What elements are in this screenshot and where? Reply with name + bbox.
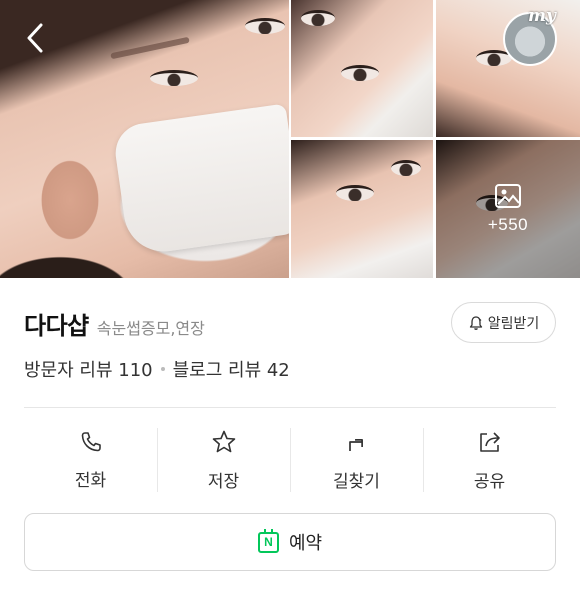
save-label: 저장 (207, 471, 240, 492)
alert-button[interactable]: 알림받기 (451, 302, 556, 343)
directions-label: 길찾기 (333, 471, 380, 492)
call-button[interactable]: 전화 (24, 424, 157, 496)
gallery-thumbnail[interactable] (291, 140, 433, 278)
directions-icon (348, 438, 363, 451)
save-button[interactable]: 저장 (157, 424, 290, 496)
place-name: 다다샵 (24, 312, 89, 340)
place-title-row: 다다샵 속눈썹증모,연장 (24, 306, 205, 341)
eye (341, 65, 379, 81)
eye (391, 160, 421, 176)
phone-icon (81, 431, 101, 451)
gallery-thumbnail[interactable] (436, 0, 580, 137)
star-icon (212, 430, 235, 452)
blog-review-link[interactable]: 블로그 리뷰 42 (173, 356, 290, 382)
share-icon (479, 431, 500, 452)
reserve-button[interactable]: N 예약 (24, 513, 556, 571)
share-button[interactable]: 공유 (423, 424, 556, 496)
eye (150, 70, 198, 86)
share-label: 공유 (473, 471, 506, 492)
gallery-thumbnail[interactable] (291, 0, 433, 137)
back-button[interactable] (20, 18, 50, 58)
more-photos-overlay: +550 (436, 140, 580, 278)
call-label: 전화 (74, 470, 107, 491)
photo-gallery: +550 my (0, 0, 580, 278)
face-mask (111, 103, 289, 257)
directions-button[interactable]: 길찾기 (290, 424, 423, 496)
visitor-review-link[interactable]: 방문자 리뷰 110 (24, 356, 153, 382)
eye (245, 18, 285, 34)
my-label: my (528, 6, 556, 26)
chevron-left-icon (27, 23, 43, 53)
separator-dot (160, 367, 165, 371)
place-category: 속눈썹증모,연장 (96, 319, 205, 338)
reserve-label: 예약 (288, 533, 323, 554)
eye (301, 10, 335, 26)
naver-booking-icon: N (257, 528, 279, 553)
review-summary: 방문자 리뷰 110 블로그 리뷰 42 (24, 356, 290, 382)
eyebrow (110, 36, 190, 60)
bell-icon (469, 315, 482, 330)
divider (24, 407, 556, 408)
more-photos-tile[interactable]: +550 (436, 140, 580, 278)
more-photos-count: +550 (487, 215, 529, 234)
alert-label: 알림받기 (487, 315, 540, 332)
image-icon (495, 184, 521, 208)
action-bar: 전화 저장 길찾기 공유 (24, 424, 556, 496)
eye (336, 185, 374, 201)
